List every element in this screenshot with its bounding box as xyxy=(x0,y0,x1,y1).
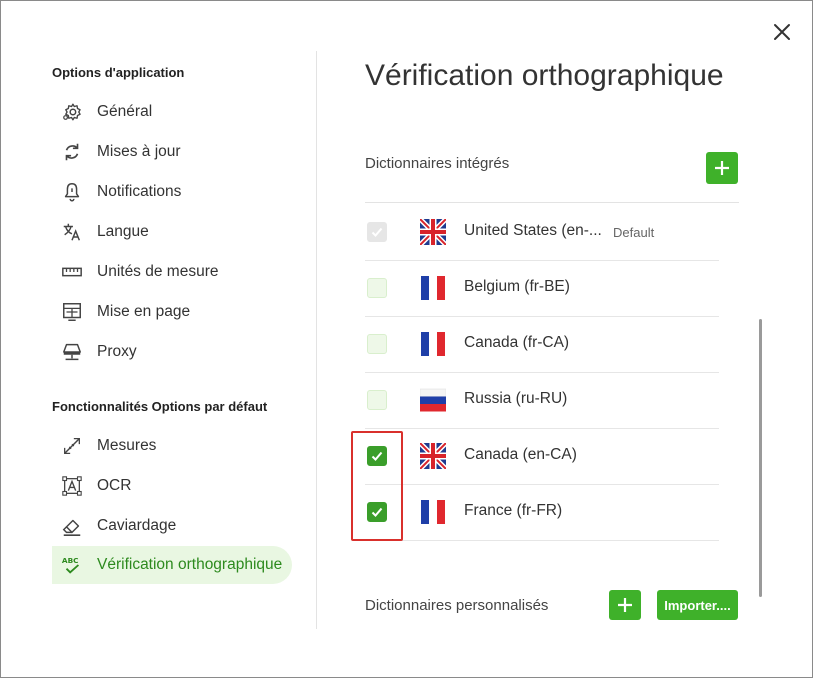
dictionary-row: Belgium (fr-BE) xyxy=(365,260,719,316)
sidebar-item-updates[interactable]: Mises à jour xyxy=(52,133,292,171)
sidebar-item-label: Notifications xyxy=(97,183,182,200)
svg-text:ABC: ABC xyxy=(62,556,79,565)
france-flag-icon xyxy=(420,331,446,357)
dictionary-checkbox[interactable] xyxy=(367,222,387,242)
sidebar-item-label: Unités de mesure xyxy=(97,263,219,280)
add-builtin-dictionary-button[interactable] xyxy=(706,152,738,184)
sidebar-item-page-layout[interactable]: Mise en page xyxy=(52,293,292,331)
close-icon xyxy=(774,24,790,40)
proxy-icon xyxy=(60,340,84,364)
dictionary-checkbox[interactable] xyxy=(367,390,387,410)
default-badge: Default xyxy=(613,225,655,240)
section-separator xyxy=(365,202,739,203)
dictionary-row: Russia (ru-RU) xyxy=(365,372,719,428)
sidebar-item-notifications[interactable]: Notifications xyxy=(52,173,292,211)
sidebar-item-units[interactable]: Unités de mesure xyxy=(52,253,292,291)
row-separator xyxy=(365,540,719,541)
sidebar-item-label: Mesures xyxy=(97,437,157,454)
spellcheck-icon: ABC xyxy=(60,553,84,577)
add-custom-dictionary-button[interactable] xyxy=(609,590,641,620)
sidebar-divider xyxy=(316,51,317,629)
sidebar-item-spellcheck[interactable]: ABC Vérification orthographique xyxy=(52,546,292,584)
uk-flag-icon xyxy=(418,441,448,471)
sidebar-item-label: Mise en page xyxy=(97,303,191,320)
sidebar-item-general[interactable]: Général xyxy=(52,93,292,131)
gear-icon xyxy=(60,100,84,124)
sidebar-item-measures[interactable]: Mesures xyxy=(52,427,292,465)
plus-icon xyxy=(618,598,632,612)
dictionary-label: Russia (ru-RU) xyxy=(464,390,568,407)
custom-dictionaries-title: Dictionnaires personnalisés xyxy=(365,597,549,614)
sidebar-item-label: Proxy xyxy=(97,343,137,360)
translate-icon xyxy=(60,220,84,244)
dictionary-row: United States (en-... Default xyxy=(365,204,719,260)
sidebar-item-ocr[interactable]: OCR xyxy=(52,467,292,505)
sidebar-item-label: Caviardage xyxy=(97,517,177,534)
dictionary-label: United States (en-... xyxy=(464,222,602,239)
highlight-annotation xyxy=(351,431,403,541)
sidebar-item-redaction[interactable]: Caviardage xyxy=(52,507,292,545)
sidebar-item-label: OCR xyxy=(97,477,132,494)
dictionary-checkbox[interactable] xyxy=(367,334,387,354)
dictionary-checkbox[interactable] xyxy=(367,278,387,298)
measure-icon xyxy=(60,434,84,458)
page-layout-icon xyxy=(60,300,84,324)
sidebar-item-label: Vérification orthographique xyxy=(97,556,283,573)
dictionary-label: Belgium (fr-BE) xyxy=(464,278,570,295)
refresh-icon xyxy=(60,140,84,164)
eraser-icon xyxy=(60,514,84,538)
dictionary-label: Canada (fr-CA) xyxy=(464,334,570,351)
section-title-features: Fonctionnalités Options par défaut xyxy=(52,399,268,414)
sidebar-item-proxy[interactable]: Proxy xyxy=(52,333,292,371)
dictionary-label: France (fr-FR) xyxy=(464,502,563,519)
russia-flag-icon xyxy=(419,387,447,413)
dictionary-row: France (fr-FR) xyxy=(365,484,719,540)
france-flag-icon xyxy=(420,275,446,301)
sidebar-item-language[interactable]: Langue xyxy=(52,213,292,251)
close-button[interactable] xyxy=(771,21,793,43)
dictionary-row: Canada (fr-CA) xyxy=(365,316,719,372)
preferences-dialog: Options d'application Général Mises à jo… xyxy=(0,0,813,678)
check-icon xyxy=(371,227,383,237)
ocr-icon xyxy=(60,474,84,498)
plus-icon xyxy=(715,161,729,175)
ruler-icon xyxy=(60,260,84,284)
page-title: Vérification orthographique xyxy=(365,59,724,92)
sidebar-item-label: Langue xyxy=(97,223,149,240)
sidebar-item-label: Général xyxy=(97,103,153,120)
section-title-app-options: Options d'application xyxy=(52,65,185,80)
import-button[interactable]: Importer.... xyxy=(657,590,738,620)
dictionary-label: Canada (en-CA) xyxy=(464,446,577,463)
dictionary-row: Canada (en-CA) xyxy=(365,428,719,484)
uk-flag-icon xyxy=(418,217,448,247)
bell-icon xyxy=(60,180,84,204)
builtin-dictionaries-title: Dictionnaires intégrés xyxy=(365,155,510,172)
france-flag-icon xyxy=(420,499,446,525)
scrollbar[interactable] xyxy=(759,319,762,597)
sidebar-item-label: Mises à jour xyxy=(97,143,181,160)
